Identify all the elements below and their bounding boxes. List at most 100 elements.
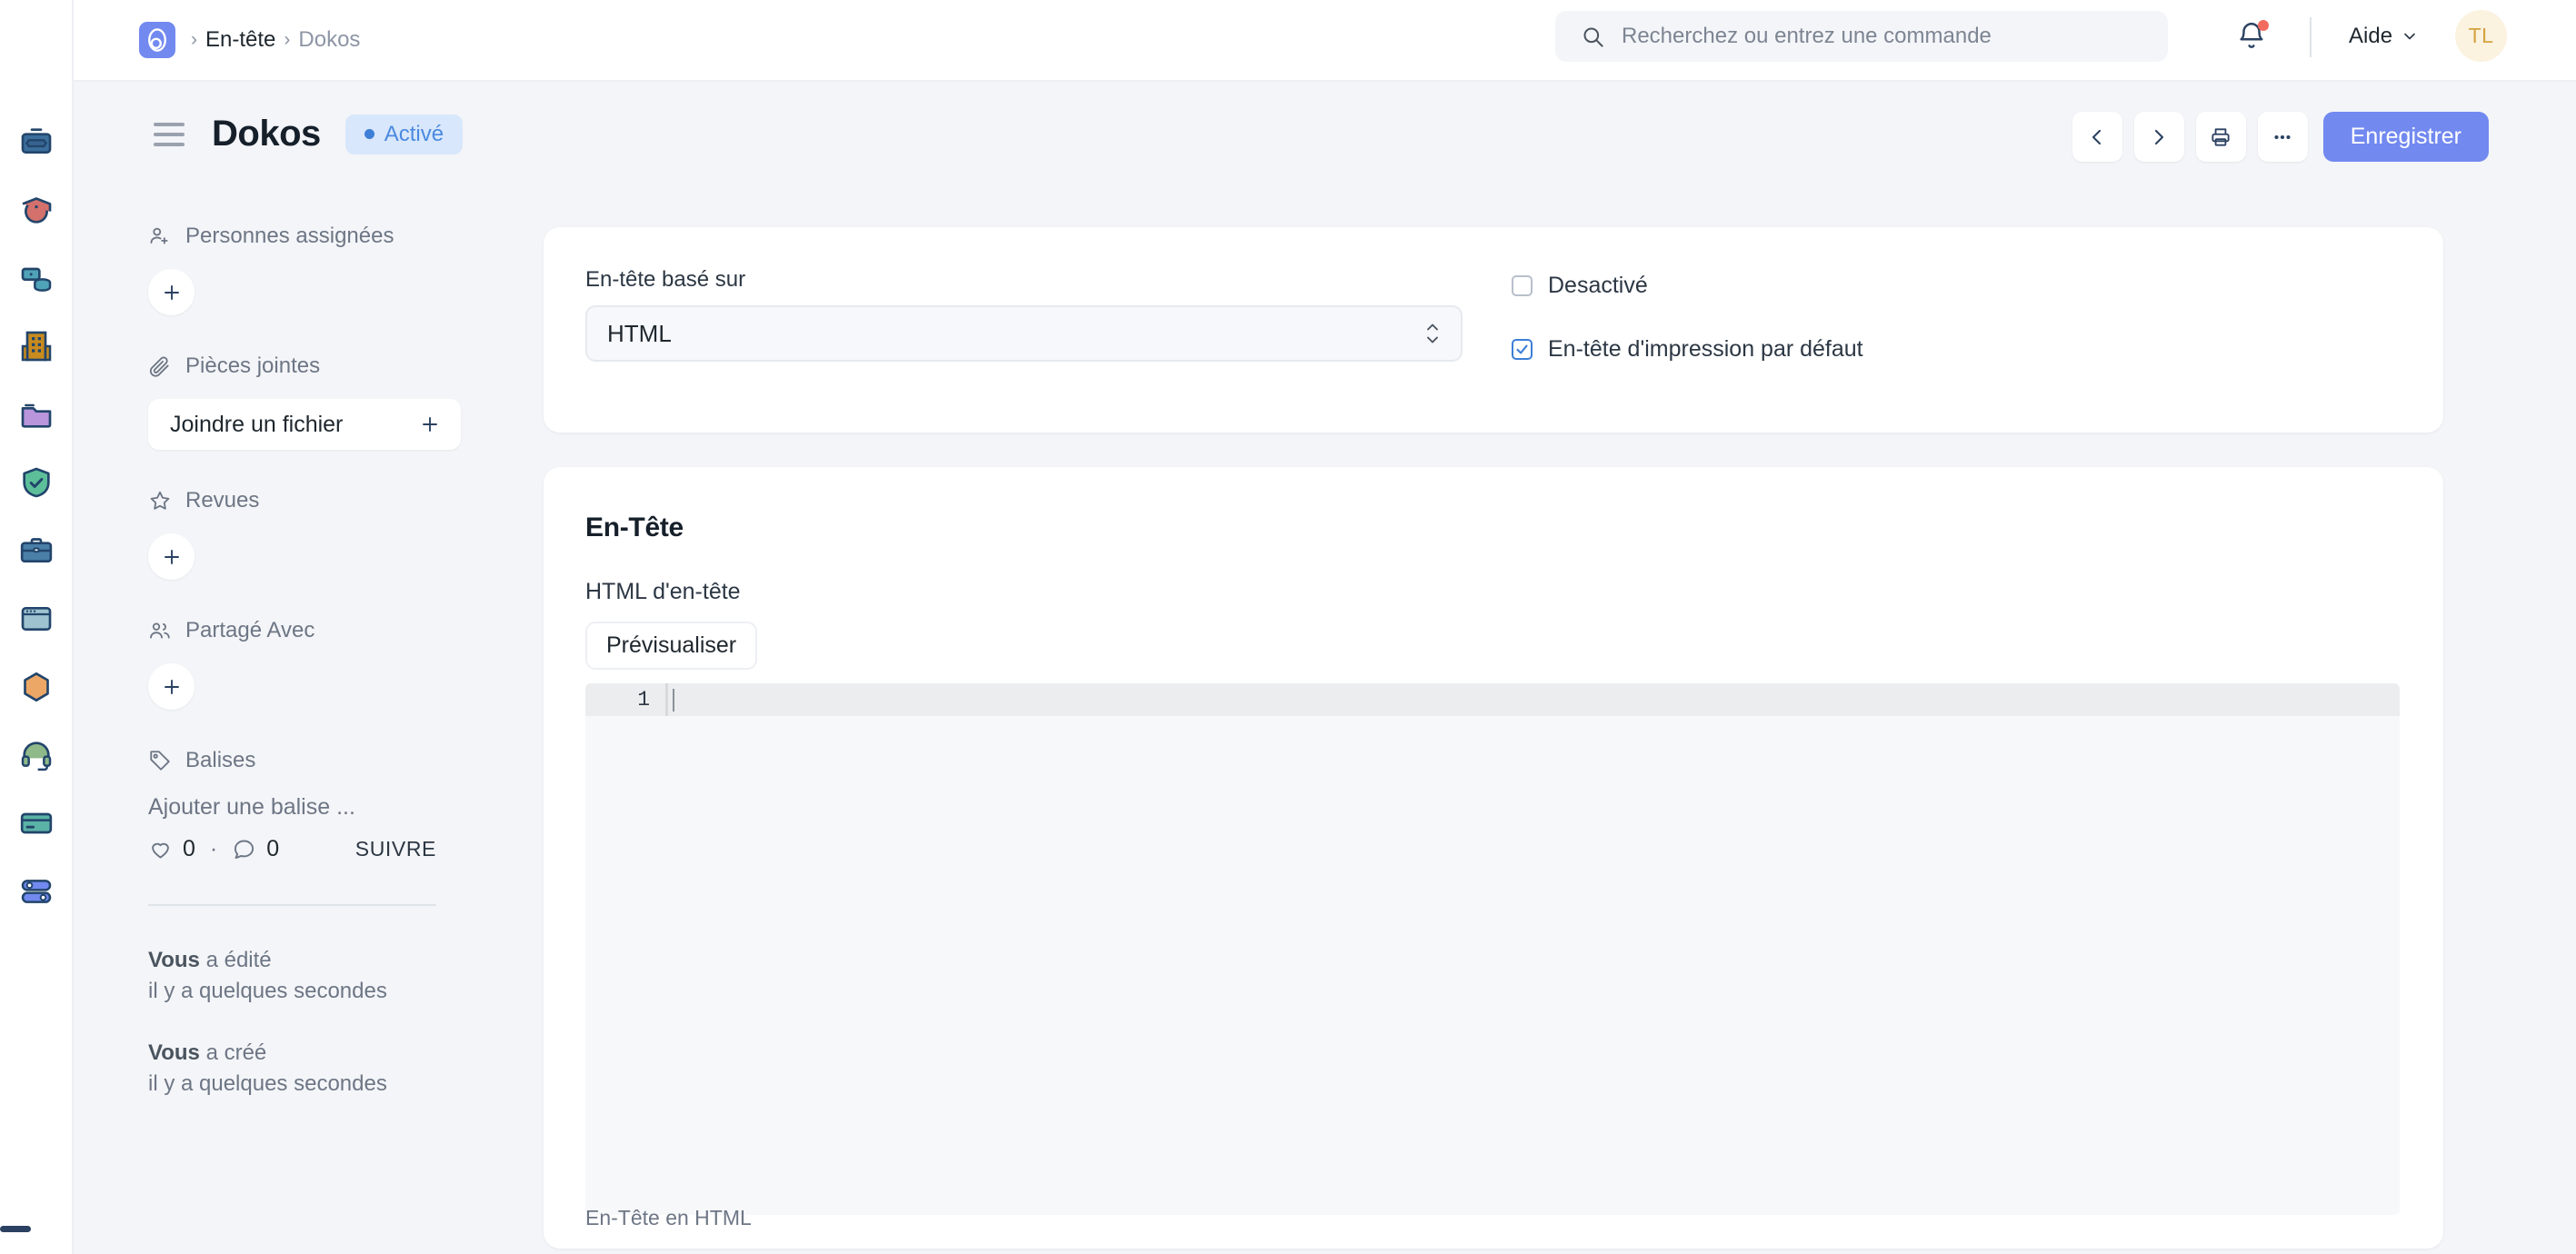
reviews-label: Revues	[185, 488, 259, 513]
search-placeholder: Recherchez ou entrez une commande	[1622, 24, 1992, 49]
disabled-checkbox-label: Desactivé	[1548, 273, 1648, 299]
sidebar-section-shared: Partagé Avec	[148, 612, 457, 710]
help-label: Aide	[2349, 24, 2392, 49]
social-row: 0 · 0 SUIVRE	[148, 829, 436, 869]
hamburger-menu-icon[interactable]	[154, 123, 185, 146]
headset-icon[interactable]	[11, 730, 62, 781]
default-print-header-checkbox[interactable]	[1512, 339, 1533, 360]
users-icon	[148, 619, 172, 642]
breadcrumb-current[interactable]: Dokos	[298, 27, 360, 53]
toggles-icon[interactable]	[11, 866, 62, 917]
sidebar-section-reviews: Revues	[148, 483, 457, 580]
activity-item: Vous a créé il y a quelques secondes	[148, 1038, 457, 1100]
comment-icon	[232, 837, 256, 861]
document-sidebar: Personnes assignées Pièces jointes Joind…	[148, 218, 457, 826]
ellipsis-icon	[2271, 125, 2294, 149]
header-based-on-value: HTML	[607, 320, 672, 348]
header-based-on-label: En-tête basé sur	[585, 267, 1463, 293]
html-code-editor[interactable]: 1	[585, 683, 2400, 1215]
rail-scroll-indicator	[0, 1226, 31, 1232]
default-print-header-checkbox-row[interactable]: En-tête d'impression par défaut	[1512, 331, 1863, 367]
disabled-checkbox[interactable]	[1512, 275, 1533, 296]
dokos-logo[interactable]	[139, 22, 175, 58]
activity-action: a édité	[200, 948, 272, 972]
top-navigation-bar: › En-tête › Dokos Recherchez ou entrez u…	[74, 0, 2576, 82]
settings-checkbox-group: Desactivé En-tête d'impression par défau…	[1512, 267, 1863, 367]
comment-count: 0	[266, 836, 279, 862]
search-input[interactable]: Recherchez ou entrez une commande	[1555, 11, 2168, 62]
sidebar-divider	[148, 904, 436, 906]
sidebar-section-tags: Balises Ajouter une balise ...	[148, 742, 457, 821]
main-content: En-tête basé sur HTML Desactivé En-tête …	[544, 227, 2443, 1249]
activity-action: a créé	[200, 1040, 266, 1065]
comment-button[interactable]: 0	[232, 836, 279, 862]
tags-label: Balises	[185, 748, 255, 773]
attach-file-label: Joindre un fichier	[170, 412, 343, 438]
activity-timestamp: il y a quelques secondes	[148, 976, 457, 1007]
sidebar-section-attachments: Pièces jointes Joindre un fichier	[148, 348, 457, 450]
like-count: 0	[183, 836, 195, 862]
sidebar-section-assignees: Personnes assignées	[148, 218, 457, 315]
tags-header: Balises	[148, 742, 457, 779]
bell-icon[interactable]	[2236, 20, 2271, 55]
briefcase-icon[interactable]	[11, 525, 62, 576]
editor-line-number: 1	[585, 683, 665, 716]
building-icon[interactable]	[11, 321, 62, 372]
settings-card: En-tête basé sur HTML Desactivé En-tête …	[544, 227, 2443, 433]
header-html-field-label: HTML d'en-tête	[585, 579, 2401, 605]
paperclip-icon	[148, 354, 172, 378]
preview-button[interactable]: Prévisualiser	[585, 622, 757, 670]
more-options-button[interactable]	[2258, 112, 2308, 162]
help-menu[interactable]: Aide	[2349, 9, 2419, 64]
hexagon-icon[interactable]	[11, 662, 62, 712]
avatar[interactable]: TL	[2455, 10, 2507, 62]
heart-icon	[148, 837, 173, 861]
default-print-header-checkbox-label: En-tête d'impression par défaut	[1548, 336, 1863, 363]
page-title: Dokos	[212, 114, 321, 154]
page-actions: Enregistrer	[2072, 112, 2489, 162]
chevron-left-icon	[2086, 126, 2108, 148]
activity-item: Vous a édité il y a quelques secondes	[148, 945, 457, 1007]
select-stepper-icon	[1424, 323, 1441, 345]
plus-icon	[161, 282, 183, 304]
editor-caption: En-Tête en HTML	[585, 1206, 752, 1230]
shield-check-icon[interactable]	[11, 457, 62, 508]
toolbox-icon[interactable]	[11, 116, 62, 167]
user-add-icon	[148, 224, 172, 248]
header-html-card: En-Tête HTML d'en-tête Prévisualiser 1 E…	[544, 467, 2443, 1249]
page-header: Dokos Activé Enregistrer	[74, 82, 2576, 186]
add-share-button[interactable]	[148, 663, 195, 710]
chevron-right-icon	[2148, 126, 2170, 148]
header-based-on-select[interactable]: HTML	[585, 305, 1463, 362]
app-icon-rail	[0, 0, 74, 1254]
print-button[interactable]	[2196, 112, 2246, 162]
breadcrumb-parent[interactable]: En-tête	[205, 27, 275, 53]
follow-button[interactable]: SUIVRE	[355, 837, 436, 861]
attachments-label: Pièces jointes	[185, 353, 320, 379]
shared-header: Partagé Avec	[148, 612, 457, 649]
disabled-checkbox-row[interactable]: Desactivé	[1512, 267, 1863, 304]
save-button[interactable]: Enregistrer	[2323, 112, 2489, 162]
breadcrumb-separator-2: ›	[284, 29, 290, 51]
add-tag-input[interactable]: Ajouter une balise ...	[148, 794, 457, 821]
like-button[interactable]: 0	[148, 836, 195, 862]
star-icon	[148, 489, 172, 513]
reviews-header: Revues	[148, 483, 457, 519]
prev-document-button[interactable]	[2072, 112, 2122, 162]
window-icon[interactable]	[11, 593, 62, 644]
assignees-header: Personnes assignées	[148, 218, 457, 254]
editor-active-line	[585, 683, 2400, 716]
add-review-button[interactable]	[148, 533, 195, 580]
status-label: Activé	[384, 122, 444, 147]
header-based-on-field: En-tête basé sur HTML	[585, 267, 1463, 433]
next-document-button[interactable]	[2134, 112, 2184, 162]
attach-file-button[interactable]: Joindre un fichier	[148, 399, 461, 450]
add-assignee-button[interactable]	[148, 269, 195, 315]
shared-label: Partagé Avec	[185, 618, 315, 643]
assets-icon[interactable]	[11, 253, 62, 304]
status-badge[interactable]: Activé	[345, 114, 463, 154]
education-cap-icon[interactable]	[11, 184, 62, 235]
card-icon[interactable]	[11, 798, 62, 849]
folder-icon[interactable]	[11, 389, 62, 440]
activity-author: Vous	[148, 948, 200, 972]
